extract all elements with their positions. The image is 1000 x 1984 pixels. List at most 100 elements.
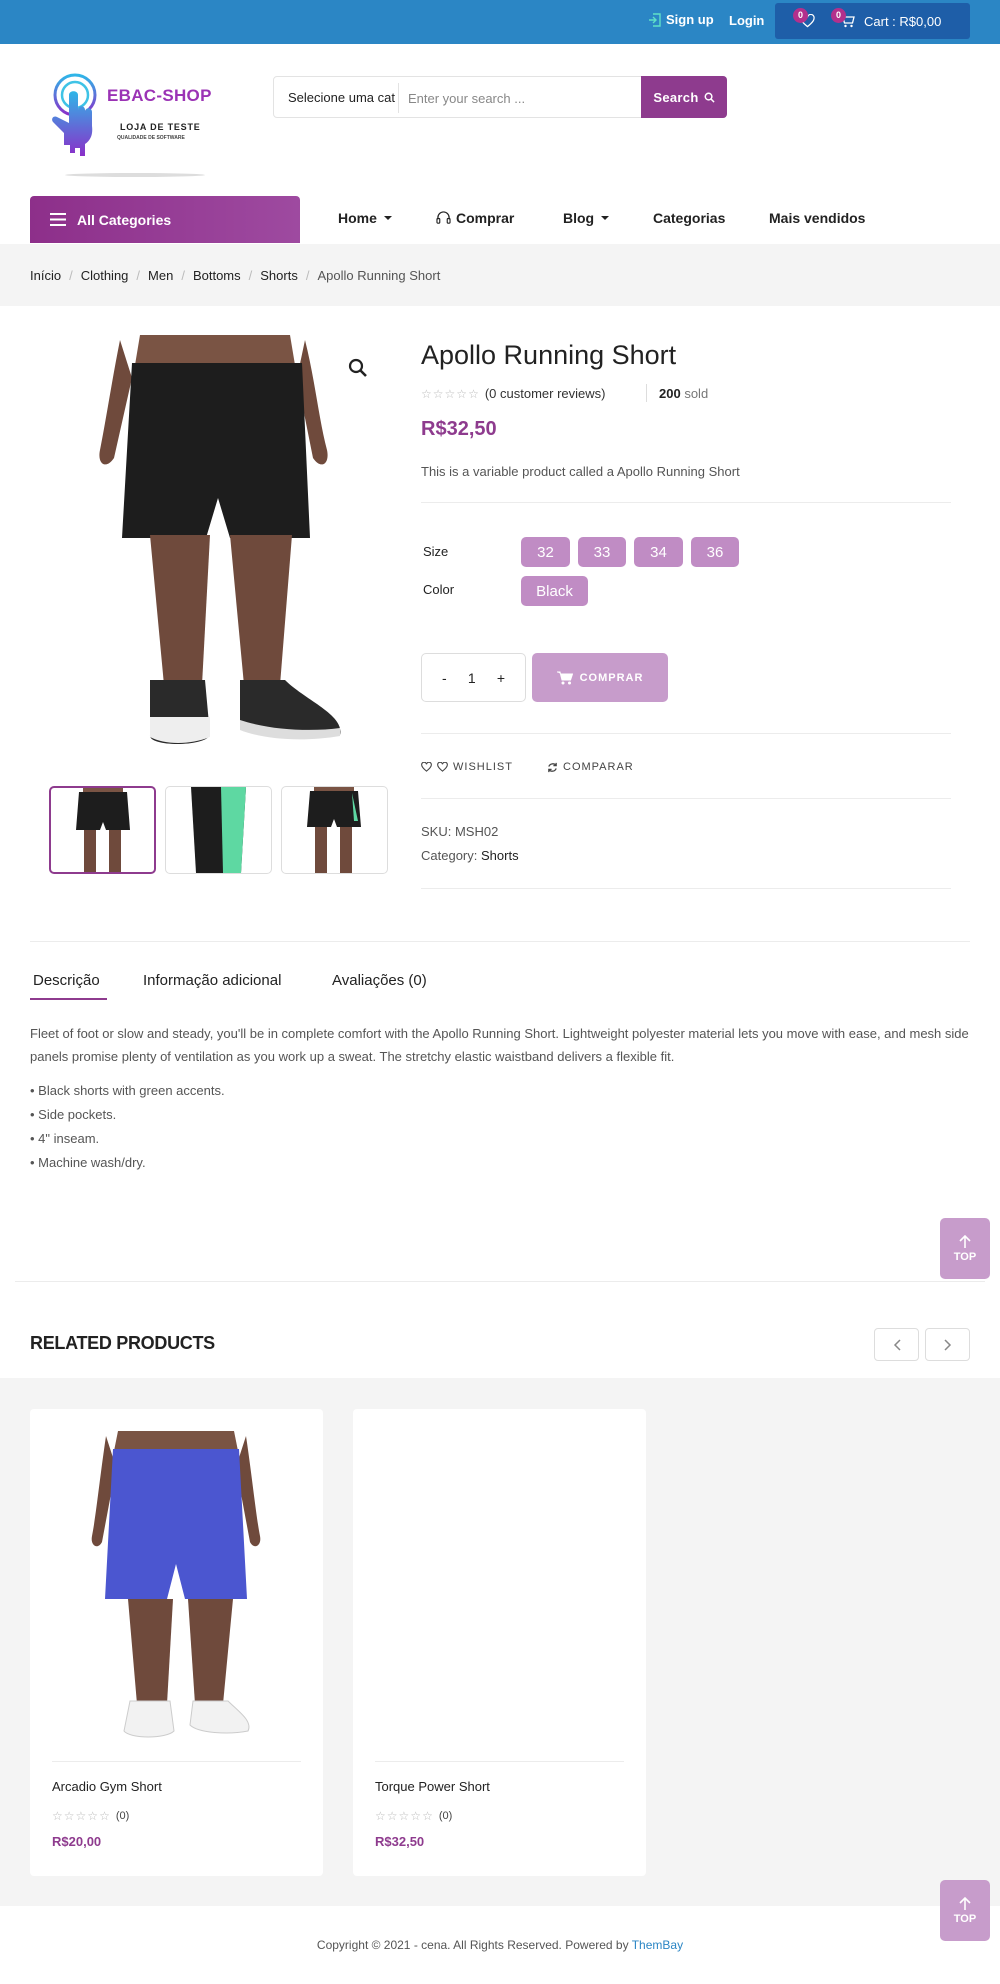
star-icon: ☆ (421, 386, 432, 401)
list-item: • Side pockets. (30, 1107, 117, 1122)
signup-link[interactable]: Sign up (648, 12, 714, 27)
nav-home[interactable]: Home (338, 210, 392, 226)
zoom-icon[interactable] (348, 358, 368, 378)
product-reviews[interactable]: ☆ ☆ ☆ ☆ ☆ (0 customer reviews) (421, 386, 605, 401)
copyright-text: Copyright © 2021 - cena. All Rights Rese… (316, 1938, 629, 1952)
sold-label: sold (684, 386, 709, 401)
nav-blog[interactable]: Blog (563, 210, 610, 226)
all-categories-button[interactable]: All Categories (30, 196, 300, 243)
compare-label: COMPARAR (563, 761, 634, 773)
rating-stars: ☆ ☆ ☆ ☆ ☆ (52, 1809, 110, 1823)
product-main-image[interactable] (90, 335, 360, 765)
nav-comprar[interactable]: Comprar (436, 210, 514, 226)
breadcrumb-shorts[interactable]: Shorts (260, 268, 298, 283)
tab-descricao[interactable]: Descrição (33, 972, 100, 989)
nav-mais-vendidos[interactable]: Mais vendidos (769, 210, 865, 226)
divider (421, 733, 951, 734)
breadcrumb-separator: / (136, 268, 141, 283)
size-option-32[interactable]: 32 (521, 537, 570, 567)
wishlist-label: WISHLIST (453, 761, 513, 773)
back-to-top-button[interactable]: TOP (940, 1218, 990, 1279)
star-icon: ☆ (87, 1809, 99, 1823)
search-button[interactable]: Search (641, 76, 727, 118)
divider (421, 502, 951, 503)
divider (421, 798, 951, 799)
wishlist-count-badge: 0 (793, 8, 808, 23)
quantity-plus-button[interactable]: + (497, 670, 505, 686)
nav-comprar-label: Comprar (456, 210, 515, 226)
chevron-right-icon (943, 1338, 951, 1351)
product-sku: SKU: MSH02 (421, 824, 499, 839)
color-option-black[interactable]: Black (521, 576, 588, 606)
related-product-name[interactable]: Arcadio Gym Short (52, 1779, 162, 1794)
related-product-card[interactable]: Arcadio Gym Short ☆ ☆ ☆ ☆ ☆ (0) R$20,00 (30, 1409, 323, 1876)
powered-by-link[interactable]: ThemBay (632, 1938, 683, 1952)
list-item: • Black shorts with green accents. (30, 1083, 225, 1098)
product-thumbnail-1[interactable] (49, 786, 156, 874)
add-to-cart-button[interactable]: COMPRAR (532, 653, 668, 702)
category-label: Category: (421, 848, 478, 863)
related-product-name[interactable]: Torque Power Short (375, 1779, 490, 1794)
category-link[interactable]: Shorts (481, 848, 519, 863)
quantity-value[interactable]: 1 (468, 670, 476, 686)
breadcrumb-bottoms[interactable]: Bottoms (193, 268, 241, 283)
arrow-up-icon (959, 1234, 971, 1248)
size-option-33[interactable]: 33 (578, 537, 626, 567)
cart-total[interactable]: Cart : R$0,00 (864, 14, 941, 29)
related-product-price: R$20,00 (52, 1834, 102, 1849)
size-option-34[interactable]: 34 (634, 537, 683, 567)
product-category: Category: Shorts (421, 848, 519, 863)
related-product-rating: ☆ ☆ ☆ ☆ ☆ (0) (52, 1809, 129, 1823)
product-image[interactable] (88, 1431, 264, 1751)
breadcrumb-inicio[interactable]: Início (30, 268, 61, 283)
product-thumbnail-2[interactable] (165, 786, 272, 874)
nav-home-label: Home (338, 210, 377, 226)
breadcrumb-men[interactable]: Men (148, 268, 173, 283)
logo-brand: EBAC-SHOP (107, 86, 212, 105)
login-link[interactable]: Login (729, 13, 764, 28)
rating-stars: ☆ ☆ ☆ ☆ ☆ (375, 1809, 433, 1823)
tab-informacao-adicional[interactable]: Informação adicional (143, 972, 281, 989)
cart-count-badge: 0 (831, 8, 846, 23)
star-icon: ☆ (52, 1809, 63, 1823)
headset-icon (436, 211, 451, 224)
back-to-top-button[interactable]: TOP (940, 1880, 990, 1941)
tab-avaliacoes[interactable]: Avaliações (0) (332, 972, 427, 989)
arrow-up-icon (959, 1896, 971, 1910)
search-icon (704, 92, 715, 103)
sold-count: 200 sold (659, 386, 708, 401)
nav-categorias[interactable]: Categorias (653, 210, 725, 226)
size-label: Size (423, 544, 449, 559)
breadcrumb-clothing[interactable]: Clothing (81, 268, 129, 283)
product-features-list: • Black shorts with green accents. • Sid… (30, 1079, 225, 1175)
compare-button[interactable]: COMPARAR (547, 761, 634, 773)
chevron-down-icon (383, 216, 392, 220)
reviews-count: (0) (115, 1810, 130, 1822)
divider (375, 1761, 624, 1762)
star-icon: ☆ (444, 386, 456, 401)
quantity-minus-button[interactable]: - (442, 670, 447, 686)
breadcrumb-bar: Início / Clothing / Men / Bottoms / Shorts / … (0, 244, 1000, 306)
divider (646, 384, 647, 402)
carousel-prev-button[interactable] (874, 1328, 919, 1361)
heart-icon (437, 762, 448, 772)
search-category-select[interactable]: Selecione uma cat (288, 90, 395, 105)
carousel-next-button[interactable] (925, 1328, 970, 1361)
product-short-description: This is a variable product called a Apol… (421, 464, 740, 479)
all-categories-label: All Categories (77, 211, 172, 228)
cart-box[interactable]: 0 0 Cart : R$0,00 (775, 3, 970, 39)
breadcrumb-separator: / (248, 268, 253, 283)
breadcrumb-current: Apollo Running Short (317, 268, 441, 283)
related-product-card[interactable]: Torque Power Short ☆ ☆ ☆ ☆ ☆ (0) R$32,50 (353, 1409, 646, 1876)
size-option-36[interactable]: 36 (691, 537, 739, 567)
search-divider (398, 83, 399, 113)
refresh-icon (548, 762, 557, 772)
breadcrumb-separator: / (181, 268, 185, 283)
star-icon: ☆ (99, 1809, 110, 1823)
product-thumbnail-3[interactable] (281, 786, 388, 874)
color-label: Color (423, 582, 455, 597)
search-input[interactable] (408, 85, 638, 111)
sold-number: 200 (659, 386, 681, 401)
add-to-wishlist-button[interactable]: WISHLIST (421, 761, 513, 773)
site-logo[interactable]: EBAC-SHOP LOJA DE TESTE QUALIDADE DE SOF… (45, 73, 230, 178)
